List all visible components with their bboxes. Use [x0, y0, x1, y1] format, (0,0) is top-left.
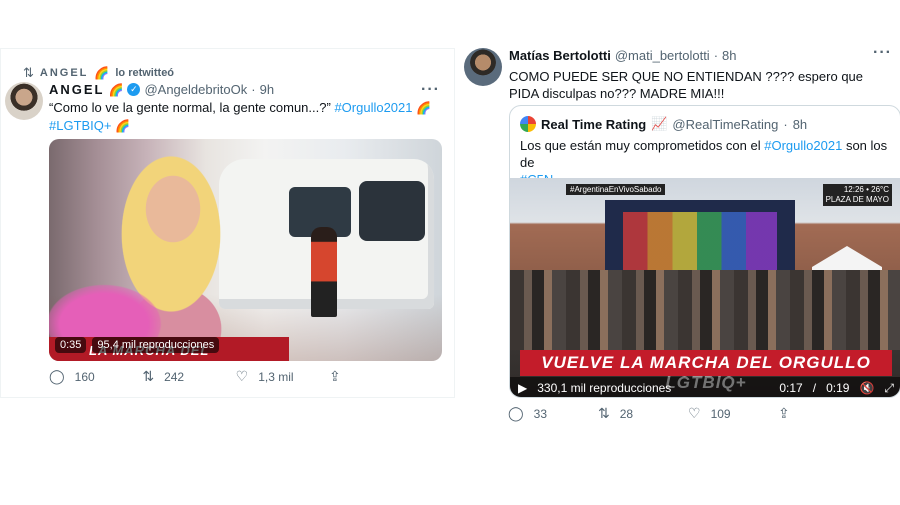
reply-icon: ◯: [508, 405, 524, 421]
author-handle[interactable]: @AngeldebritoOk: [144, 82, 247, 97]
reply-button[interactable]: ◯ 33: [508, 405, 568, 422]
tweet-actions: ◯ 160 ⇅ 242 ♡ 1,3 mil ⇪: [49, 368, 389, 385]
video-duration: 0:19: [826, 381, 850, 395]
quoted-tweet-header: Real Time Rating 📈 @RealTimeRating · 8h: [520, 116, 807, 132]
tweet-text-body: “Como lo ve la gente normal, la gente co…: [49, 100, 331, 115]
timestamp[interactable]: 8h: [722, 48, 736, 63]
tweet-mati-bertolotti[interactable]: Matías Bertolotti @mati_bertolotti · 8h …: [456, 38, 900, 438]
video-player[interactable]: LA MARCHA DEL 0:35 95,4 mil reproduccion…: [49, 139, 442, 361]
retweet-button[interactable]: ⇅ 242: [142, 368, 202, 385]
retweet-label: lo retwitteó: [115, 67, 175, 79]
tweet-header: Matías Bertolotti @mati_bertolotti · 8h: [509, 48, 737, 63]
share-button[interactable]: ⇪: [778, 405, 838, 422]
verified-badge-icon: ✓: [127, 83, 141, 96]
like-count: 1,3 mil: [258, 369, 294, 384]
video-player[interactable]: #ArgentinaEnVivoSabado 12:26 • 26°C PLAZ…: [510, 178, 900, 397]
reply-count: 33: [533, 406, 548, 421]
video-duration: 0:35: [55, 337, 87, 353]
rainbow-emoji: 🌈: [94, 66, 110, 80]
rainbow-emoji: 🌈: [416, 101, 432, 115]
volume-icon[interactable]: 🔇: [859, 381, 874, 395]
video-overlay: 0:35 95,4 mil reproducciones: [55, 337, 220, 353]
reply-button[interactable]: ◯ 160: [49, 368, 109, 385]
like-count: 109: [710, 406, 731, 421]
avatar[interactable]: [5, 82, 43, 120]
tv-clock-time: 12:26 • 26°C: [843, 185, 889, 194]
retweet-icon: ⇅: [23, 65, 34, 80]
retweet-icon: ⇅: [142, 368, 155, 384]
tweet-text: COMO PUEDE SER QUE NO ENTIENDAN ???? esp…: [509, 69, 864, 101]
reply-count: 160: [74, 369, 95, 384]
author-name[interactable]: ANGEL: [49, 82, 105, 97]
rainbow-emoji: 🌈: [108, 82, 124, 97]
tv-hashtag: #ArgentinaEnVivoSabado: [566, 184, 666, 195]
retweet-count: 242: [164, 369, 185, 384]
quoted-timestamp[interactable]: 8h: [793, 117, 807, 132]
author-name[interactable]: Matías Bertolotti: [509, 48, 611, 63]
person-image: [311, 227, 337, 317]
crowd-image: [510, 270, 900, 350]
video-views: 95,4 mil reproducciones: [92, 337, 220, 353]
heart-icon: ♡: [688, 405, 701, 421]
fullscreen-icon[interactable]: ⤢: [884, 381, 894, 396]
separator-dot: ·: [713, 48, 719, 63]
avatar[interactable]: [464, 48, 502, 86]
reply-icon: ◯: [49, 368, 65, 384]
heart-icon: ♡: [235, 368, 249, 384]
more-options-icon[interactable]: ···: [421, 81, 440, 99]
quoted-tweet[interactable]: Real Time Rating 📈 @RealTimeRating · 8h …: [509, 105, 900, 398]
quoted-author-handle[interactable]: @RealTimeRating: [672, 117, 778, 132]
quoted-author-name[interactable]: Real Time Rating: [541, 117, 646, 132]
video-views: 330,1 mil reproducciones: [537, 381, 672, 395]
retweet-context[interactable]: ⇅ ANGEL 🌈 lo retwitteó: [23, 65, 174, 81]
play-icon[interactable]: ▶: [518, 381, 527, 395]
retweeter-name[interactable]: ANGEL: [40, 67, 89, 79]
video-controls: ▶ 330,1 mil reproducciones 0:17 / 0:19 🔇…: [510, 377, 900, 397]
more-options-icon[interactable]: ···: [873, 44, 892, 62]
realtime-rating-logo-icon: [520, 116, 536, 132]
tv-clock: 12:26 • 26°C PLAZA DE MAYO: [822, 184, 892, 206]
share-icon: ⇪: [328, 368, 341, 384]
retweet-count: 28: [619, 406, 634, 421]
chart-emoji: 📈: [651, 116, 668, 131]
quoted-text-start: Los que están muy comprometidos con el: [520, 138, 761, 153]
tweet-text: “Como lo ve la gente normal, la gente co…: [49, 99, 444, 135]
tweet-actions: ◯ 33 ⇅ 28 ♡ 109 ⇪: [508, 405, 838, 422]
author-handle[interactable]: @mati_bertolotti: [615, 48, 710, 63]
rainbow-emoji: 🌈: [115, 119, 131, 133]
like-button[interactable]: ♡ 109: [688, 405, 748, 422]
tweet-angel[interactable]: ⇅ ANGEL 🌈 lo retwitteó ANGEL 🌈 ✓ @Angeld…: [0, 48, 455, 398]
share-button[interactable]: ⇪: [329, 368, 389, 385]
hashtag-link[interactable]: #Orgullo2021: [334, 100, 412, 115]
timestamp[interactable]: 9h: [260, 82, 274, 97]
like-button[interactable]: ♡ 1,3 mil: [236, 368, 296, 385]
hashtag-link[interactable]: #LGTBIQ+: [49, 118, 112, 133]
separator-dot: ·: [783, 116, 788, 132]
retweet-icon: ⇅: [598, 405, 610, 421]
tv-place: PLAZA DE MAYO: [825, 195, 889, 204]
stage-image: [605, 200, 795, 280]
tweet-header: ANGEL 🌈 ✓ @AngeldebritoOk · 9h: [49, 82, 274, 97]
retweet-button[interactable]: ⇅ 28: [598, 405, 658, 422]
video-position: 0:17: [779, 381, 803, 395]
time-separator: /: [812, 381, 817, 395]
hashtag-link[interactable]: #Orgullo2021: [764, 138, 842, 153]
separator-dot: ·: [251, 82, 256, 97]
video-banner: VUELVE LA MARCHA DEL ORGULLO LGTBIQ+: [520, 350, 892, 392]
share-icon: ⇪: [778, 405, 790, 421]
